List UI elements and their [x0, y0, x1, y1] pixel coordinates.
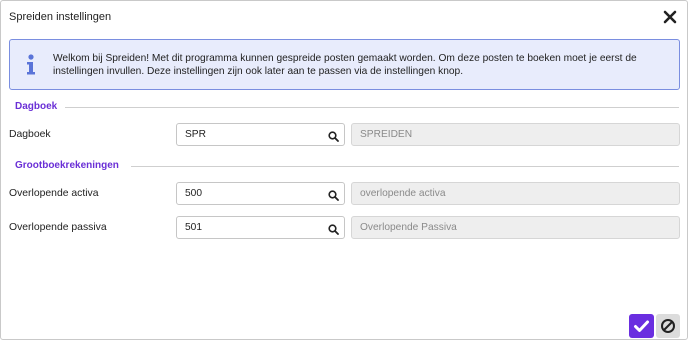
- overlopende-activa-input[interactable]: 500: [176, 182, 345, 205]
- overlopende-passiva-label: Overlopende passiva: [9, 222, 107, 233]
- search-icon[interactable]: [328, 188, 339, 201]
- overlopende-passiva-value: 501: [185, 222, 202, 233]
- info-banner: Welkom bij Spreiden! Met dit programma k…: [9, 39, 680, 90]
- dagboek-label: Dagboek: [9, 129, 51, 140]
- cancel-button[interactable]: [656, 314, 680, 338]
- close-icon[interactable]: [663, 10, 677, 24]
- dagboek-description-text: SPREIDEN: [360, 129, 413, 140]
- cancel-icon: [661, 319, 675, 333]
- overlopende-activa-description: overlopende activa: [351, 182, 680, 205]
- dialog-title: Spreiden instellingen: [9, 11, 112, 23]
- search-icon[interactable]: [328, 129, 339, 142]
- overlopende-activa-label: Overlopende activa: [9, 188, 99, 199]
- settings-dialog: Spreiden instellingen Welkom bij Spreide…: [0, 0, 688, 340]
- overlopende-passiva-description-text: Overlopende Passiva: [360, 222, 457, 233]
- overlopende-activa-description-text: overlopende activa: [360, 188, 446, 199]
- overlopende-activa-value: 500: [185, 188, 202, 199]
- info-icon: [25, 54, 37, 76]
- confirm-button[interactable]: [629, 314, 654, 338]
- overlopende-passiva-input[interactable]: 501: [176, 216, 345, 239]
- search-icon[interactable]: [328, 222, 339, 235]
- dagboek-description: SPREIDEN: [351, 123, 680, 146]
- dagboek-value: SPR: [185, 129, 206, 140]
- section-divider: [131, 166, 679, 167]
- dagboek-input[interactable]: SPR: [176, 123, 345, 146]
- checkmark-icon: [634, 320, 649, 332]
- section-heading-grootboekrekeningen: Grootboekrekeningen: [15, 160, 119, 171]
- section-divider: [65, 107, 679, 108]
- info-text: Welkom bij Spreiden! Met dit programma k…: [53, 53, 637, 77]
- overlopende-passiva-description: Overlopende Passiva: [351, 216, 680, 239]
- section-heading-dagboek: Dagboek: [15, 101, 58, 112]
